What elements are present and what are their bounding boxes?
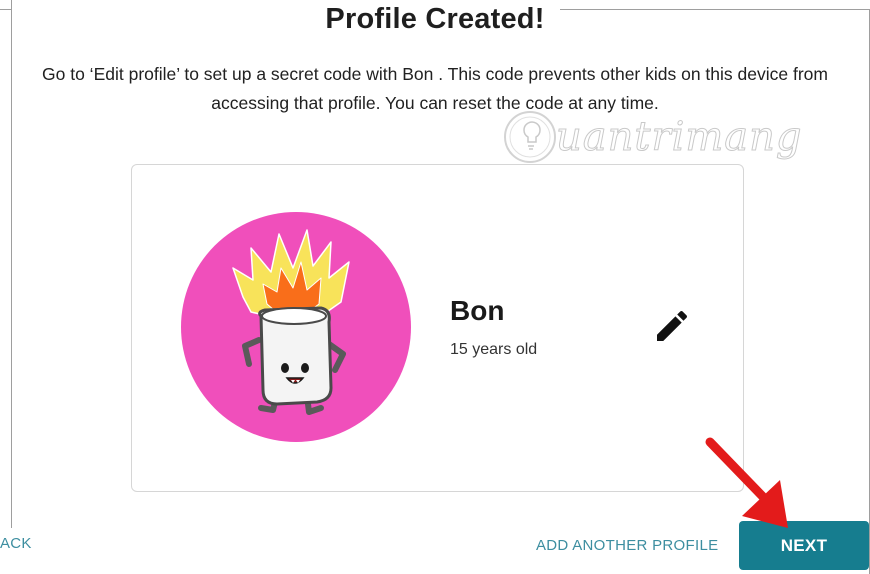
marshmallow-character-icon [232,229,350,415]
back-button[interactable]: ACK [0,535,32,552]
lightbulb-logo-icon [504,111,556,163]
profile-age: 15 years old [450,341,538,358]
profile-avatar [181,212,411,442]
profile-name: Bon [450,295,505,326]
page-title: Profile Created! [325,3,545,35]
add-another-profile-button[interactable]: ADD ANOTHER PROFILE [536,537,718,554]
profile-card: Bon 15 years old [131,164,744,492]
watermark-text: uantrimang [556,114,803,161]
watermark: uantrimang [500,108,803,166]
edit-profile-button[interactable] [652,306,692,346]
frame-left-border [11,0,12,528]
pencil-icon [657,310,688,341]
next-button[interactable]: NEXT [739,521,869,570]
